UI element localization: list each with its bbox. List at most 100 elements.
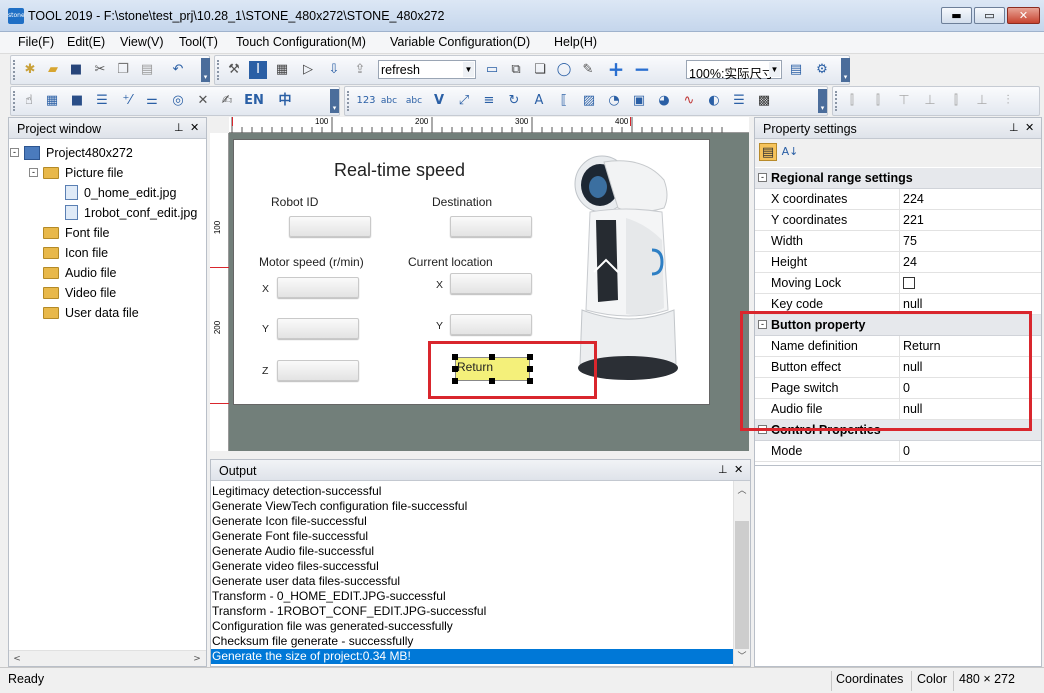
- property-row[interactable]: Y coordinates 221: [755, 210, 1041, 231]
- categorized-icon[interactable]: ▤: [759, 143, 777, 161]
- collapse-icon[interactable]: -: [10, 148, 19, 157]
- close-icon[interactable]: ✕: [190, 121, 199, 134]
- destination-field[interactable]: [450, 216, 532, 237]
- calendar-icon[interactable]: ▦: [273, 61, 291, 79]
- wrench-icon[interactable]: ✕: [194, 92, 212, 110]
- font-icon[interactable]: A: [530, 92, 548, 110]
- cloud-icon[interactable]: ◐: [705, 92, 723, 110]
- qrcode-icon[interactable]: ▩: [755, 92, 773, 110]
- toolbar-overflow-icon[interactable]: ▾: [201, 58, 210, 82]
- menu-variable-configuration[interactable]: Variable Configuration(D): [390, 35, 530, 49]
- zoom-circle-icon[interactable]: ◯: [555, 61, 573, 79]
- menu-touch-configuration[interactable]: Touch Configuration(M): [236, 35, 366, 49]
- list-icon[interactable]: ☰: [730, 92, 748, 110]
- zoom-out-icon[interactable]: −: [633, 59, 651, 79]
- chinese-icon[interactable]: 中: [276, 92, 294, 110]
- pin-icon[interactable]: ⊥: [718, 463, 728, 476]
- motor-z-field[interactable]: [277, 360, 359, 381]
- collapse-icon[interactable]: -: [758, 173, 767, 182]
- output-scrollbar[interactable]: ︿ ﹀: [733, 481, 750, 666]
- cut-icon[interactable]: ✂: [91, 61, 109, 79]
- resize-icon[interactable]: ⤢: [455, 92, 473, 110]
- copy-icon[interactable]: ❐: [114, 61, 132, 79]
- text-box-icon[interactable]: abc: [405, 92, 423, 110]
- pin-icon[interactable]: ⊥: [174, 121, 184, 134]
- number-icon[interactable]: 123: [355, 92, 377, 110]
- tree-item-picture-file[interactable]: Picture file: [65, 164, 123, 182]
- chevron-down-icon[interactable]: ▼: [769, 62, 780, 77]
- display-icon[interactable]: ▣: [630, 92, 648, 110]
- horizontal-scrollbar[interactable]: < >: [9, 650, 206, 666]
- new-file-icon[interactable]: ✱: [21, 61, 39, 79]
- toolbar-overflow-icon[interactable]: ▾: [841, 58, 850, 82]
- minimize-button[interactable]: ▬: [941, 7, 972, 24]
- menu-help[interactable]: Help(H): [554, 35, 597, 49]
- tree-item-audio-file[interactable]: Audio file: [65, 264, 116, 282]
- menu-edit[interactable]: Edit(E): [67, 35, 105, 49]
- tree-item-0-home-edit[interactable]: 0_home_edit.jpg: [84, 184, 176, 202]
- close-icon[interactable]: ✕: [1025, 121, 1034, 134]
- edit-icon[interactable]: ✍: [218, 92, 236, 110]
- tree-item-1robot-conf-edit[interactable]: 1robot_conf_edit.jpg: [84, 204, 197, 222]
- motor-y-field[interactable]: [277, 318, 359, 339]
- property-section-regional[interactable]: - Regional range settings: [755, 168, 1041, 189]
- menu-view[interactable]: View(V): [120, 35, 164, 49]
- align-list-icon[interactable]: ☰: [93, 92, 111, 110]
- save-icon[interactable]: ■: [67, 61, 85, 79]
- property-row[interactable]: Mode 0: [755, 441, 1041, 462]
- widget-icon[interactable]: ▦: [43, 92, 61, 110]
- property-value[interactable]: 75: [903, 234, 917, 248]
- close-button[interactable]: ✕: [1007, 7, 1040, 24]
- tree-item-video-file[interactable]: Video file: [65, 284, 116, 302]
- refresh-icon[interactable]: ↻: [505, 92, 523, 110]
- collapse-icon[interactable]: -: [29, 168, 38, 177]
- variable-icon[interactable]: V: [430, 92, 448, 110]
- refresh-combo[interactable]: refresh ▼: [378, 60, 476, 79]
- rotate-icon[interactable]: ◎: [169, 92, 187, 110]
- undo-icon[interactable]: ↶: [169, 61, 187, 79]
- property-value[interactable]: 0: [903, 444, 910, 458]
- location-x-field[interactable]: [450, 273, 532, 294]
- location-y-field[interactable]: [450, 314, 532, 335]
- menu-file[interactable]: File(F): [18, 35, 54, 49]
- window-icon[interactable]: ❏: [531, 61, 549, 79]
- tree-item-user-data-file[interactable]: User data file: [65, 304, 139, 322]
- property-row[interactable]: Height 24: [755, 252, 1041, 273]
- property-value[interactable]: 221: [903, 213, 924, 227]
- keyboard-icon[interactable]: ▭: [483, 61, 501, 79]
- square-icon[interactable]: ■: [68, 92, 86, 110]
- property-value[interactable]: null: [903, 297, 922, 311]
- tree-root-project[interactable]: Project480x272: [46, 144, 133, 162]
- pointer-hand-icon[interactable]: ☝: [20, 92, 38, 110]
- paste-icon[interactable]: ▤: [138, 61, 156, 79]
- slider-icon[interactable]: ⚌: [143, 92, 161, 110]
- motor-x-field[interactable]: [277, 277, 359, 298]
- scroll-thumb[interactable]: [735, 521, 749, 649]
- zoom-combo[interactable]: 100%:实际尺寸 ▼: [686, 60, 782, 81]
- toolbar-overflow-icon[interactable]: ▾: [818, 89, 827, 113]
- play-icon[interactable]: ▷: [299, 61, 317, 79]
- english-icon[interactable]: EN: [242, 92, 266, 110]
- text-box-icon[interactable]: abc: [380, 92, 398, 110]
- increment-icon[interactable]: ⁺⁄: [118, 92, 136, 110]
- scroll-up-icon[interactable]: ︿: [734, 483, 750, 499]
- zoom-in-icon[interactable]: +: [607, 59, 625, 79]
- toolbar-overflow-icon[interactable]: ▾: [330, 89, 339, 113]
- sort-alpha-icon[interactable]: A↓: [781, 143, 799, 161]
- property-value[interactable]: 224: [903, 192, 924, 206]
- wave-chart-icon[interactable]: ∿: [680, 92, 698, 110]
- pin-icon[interactable]: ⊥: [1009, 121, 1019, 134]
- property-row[interactable]: X coordinates 224: [755, 189, 1041, 210]
- export-icon[interactable]: ⧉: [507, 61, 525, 79]
- user-icon[interactable]: ◕: [655, 92, 673, 110]
- scroll-right-icon[interactable]: >: [189, 651, 205, 667]
- moving-lock-checkbox[interactable]: [903, 277, 915, 289]
- clock-icon[interactable]: ◔: [605, 92, 623, 110]
- scroll-down-icon[interactable]: ﹀: [734, 649, 750, 665]
- settings-icon[interactable]: ⚙: [813, 61, 831, 79]
- scroll-left-icon[interactable]: <: [9, 651, 25, 667]
- tools-icon[interactable]: ⚒: [225, 61, 243, 79]
- menu-tool[interactable]: Tool(T): [179, 35, 218, 49]
- upload-icon[interactable]: ⇪: [351, 61, 369, 79]
- robot-id-field[interactable]: [289, 216, 371, 237]
